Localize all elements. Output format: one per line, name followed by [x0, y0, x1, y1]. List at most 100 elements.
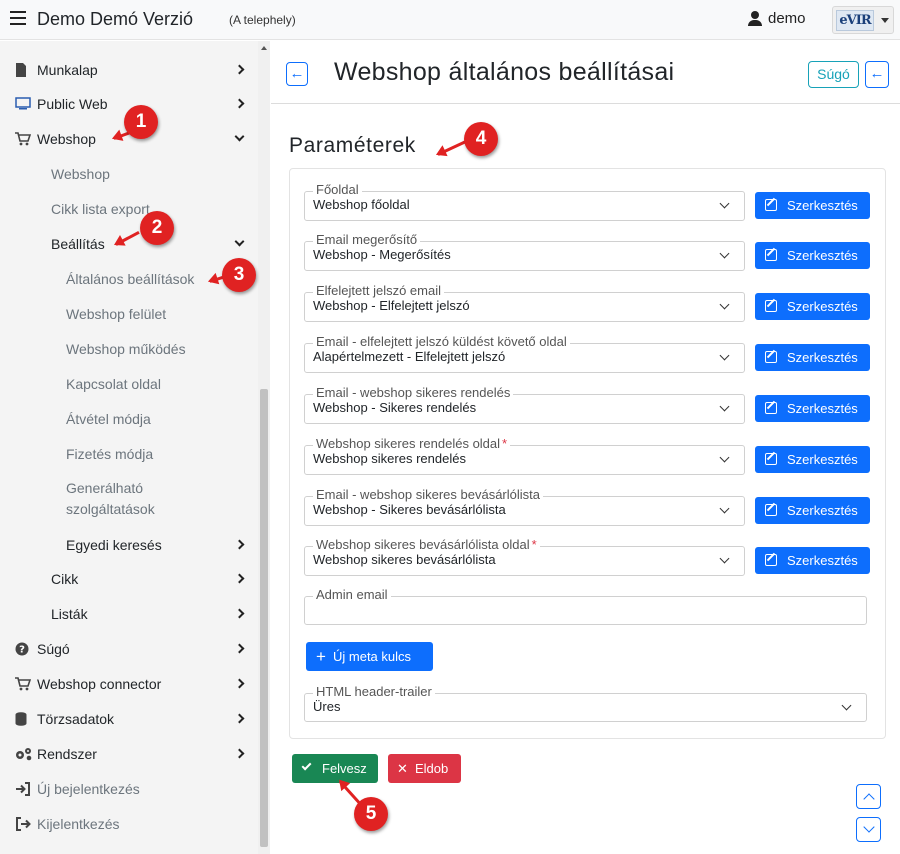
question-circle-icon: ?	[15, 642, 31, 656]
edit-button-sikeres-bevasarlolista-oldal[interactable]: Szerkesztés	[755, 547, 870, 574]
close-icon: ✕	[397, 761, 408, 776]
arrow-left-icon: ←	[289, 65, 305, 82]
elfelejtett-jelszo-email-select[interactable]: Elfelejtett jelszó email Webshop - Elfel…	[304, 283, 745, 322]
field-legend: Email megerősítő	[313, 232, 421, 248]
top-bar: Demo Demó Verzió (A telephely) demo eVIR	[0, 0, 900, 40]
field-legend: Elfelejtett jelszó email	[313, 283, 444, 299]
field-legend: Email - webshop sikeres rendelés	[313, 385, 514, 401]
field-legend: Főoldal	[313, 182, 362, 198]
chevron-up-icon	[863, 793, 875, 805]
chevron-right-icon	[234, 573, 245, 584]
chevron-down-icon	[719, 503, 730, 514]
sidebar-item-cikk-lista-export[interactable]: Cikk lista export	[0, 192, 258, 226]
user-menu[interactable]: demo	[748, 10, 806, 27]
save-button[interactable]: Felvesz	[292, 754, 378, 783]
svg-text:?: ?	[19, 645, 25, 656]
check-icon	[301, 760, 312, 771]
chevron-down-icon	[719, 401, 730, 412]
new-meta-key-button[interactable]: + Új meta kulcs	[306, 642, 433, 671]
sidebar-item-uj-bejelentkezes[interactable]: Új bejelentkezés	[0, 772, 258, 806]
chevron-down-icon	[719, 350, 730, 361]
chevron-down-icon	[719, 248, 730, 259]
edit-icon	[765, 249, 777, 261]
sidebar-item-munkalap[interactable]: Munkalap	[0, 53, 258, 87]
scroll-top-button[interactable]	[856, 784, 881, 809]
chevron-right-icon	[234, 678, 245, 689]
back-button-right[interactable]: ←	[865, 61, 889, 88]
plus-icon: +	[316, 647, 326, 666]
edit-button-sikeres-rendeles-oldal[interactable]: Szerkesztés	[755, 446, 870, 473]
edit-button-sikeres-rendeles-email[interactable]: Szerkesztés	[755, 395, 870, 422]
sikeres-rendeles-email-select[interactable]: Email - webshop sikeres rendelés Webshop…	[304, 385, 745, 424]
chevron-down-icon	[841, 700, 852, 711]
required-marker: *	[531, 537, 537, 552]
edit-icon	[765, 199, 777, 211]
app-switcher-button[interactable]: eVIR	[832, 6, 894, 34]
sidebar-item-generalhato-szolgaltatasok[interactable]: Generálható szolgáltatások	[0, 472, 258, 524]
back-button[interactable]: ←	[286, 62, 308, 86]
callout-5: 5	[354, 797, 388, 831]
site-label: (A telephely)	[229, 13, 296, 27]
field-legend: Webshop sikeres rendelés oldal *	[313, 436, 511, 452]
callout-1: 1	[124, 105, 158, 139]
evir-logo: eVIR	[836, 10, 874, 31]
sidebar-item-egyedi-kereses[interactable]: Egyedi keresés	[0, 528, 258, 562]
sidebar-item-webshop-sub[interactable]: Webshop	[0, 157, 258, 191]
admin-email-input[interactable]: Admin email	[304, 587, 867, 625]
arrow-left-icon: ←	[869, 65, 885, 82]
caret-down-icon	[881, 18, 889, 23]
sikeres-bevasarlolista-email-select[interactable]: Email - webshop sikeres bevásárlólista W…	[304, 487, 745, 526]
edit-button-elfelejtett-jelszo-oldal[interactable]: Szerkesztés	[755, 344, 870, 371]
field-legend: Email - webshop sikeres bevásárlólista	[313, 487, 543, 503]
scroll-bottom-button[interactable]	[856, 817, 881, 842]
hamburger-menu-icon[interactable]	[10, 11, 26, 25]
sidebar-item-rendszer[interactable]: Rendszer	[0, 737, 258, 771]
elfelejtett-jelszo-oldal-select[interactable]: Email - elfelejtett jelszó küldést követ…	[304, 334, 745, 373]
sidebar-item-kapcsolat-oldal[interactable]: Kapcsolat oldal	[0, 367, 258, 401]
scrollbar-thumb[interactable]	[260, 389, 268, 847]
app-title: Demo Demó Verzió	[37, 9, 194, 29]
chevron-down-icon	[719, 553, 730, 564]
chevron-right-icon	[234, 64, 245, 75]
sidebar-scrollbar[interactable]	[258, 41, 270, 854]
chevron-right-icon	[234, 713, 245, 724]
html-header-trailer-select[interactable]: HTML header-trailer Üres	[304, 684, 867, 722]
scroll-up-arrow-icon[interactable]	[261, 46, 267, 50]
sidebar-item-atvetel-modja[interactable]: Átvétel módja	[0, 402, 258, 436]
sidebar-item-beallitas[interactable]: Beállítás	[0, 227, 258, 261]
edit-button-elfelejtett-jelszo[interactable]: Szerkesztés	[755, 293, 870, 320]
chevron-right-icon	[234, 98, 245, 109]
callout-4: 4	[464, 122, 498, 156]
sidebar-item-cikk[interactable]: Cikk	[0, 562, 258, 596]
header-divider	[271, 103, 900, 104]
sidebar-item-webshop-felulet[interactable]: Webshop felület	[0, 297, 258, 331]
section-title: Paraméterek	[289, 134, 416, 157]
chevron-right-icon	[234, 608, 245, 619]
cart-icon	[15, 132, 32, 146]
file-icon	[15, 63, 31, 77]
help-button[interactable]: Súgó	[808, 61, 859, 88]
fooldal-select[interactable]: Főoldal Webshop főoldal	[304, 182, 745, 221]
chevron-down-icon	[719, 299, 730, 310]
chevron-right-icon	[234, 748, 245, 759]
sikeres-rendeles-oldal-select[interactable]: Webshop sikeres rendelés oldal * Webshop …	[304, 436, 745, 475]
sidebar-item-fizetes-modja[interactable]: Fizetés módja	[0, 437, 258, 471]
sidebar-item-kijelentkezes[interactable]: Kijelentkezés	[0, 807, 258, 841]
sidebar-item-sugo[interactable]: ? Súgó	[0, 632, 258, 666]
sidebar-item-torzsadatok[interactable]: Törzsadatok	[0, 702, 258, 736]
chevron-down-icon	[719, 198, 730, 209]
sidebar-item-listak[interactable]: Listák	[0, 597, 258, 631]
edit-icon	[765, 504, 777, 516]
discard-button[interactable]: ✕ Eldob	[388, 754, 461, 783]
email-megerosito-select[interactable]: Email megerősítő Webshop - Megerősítés	[304, 232, 745, 271]
chevron-down-icon	[863, 821, 875, 833]
edit-button-fooldal[interactable]: Szerkesztés	[755, 192, 870, 219]
monitor-icon	[15, 97, 31, 111]
sidebar-item-webshop-mukodes[interactable]: Webshop működés	[0, 332, 258, 366]
edit-button-sikeres-bevasarlolista-email[interactable]: Szerkesztés	[755, 497, 870, 524]
sidebar-item-webshop-connector[interactable]: Webshop connector	[0, 667, 258, 701]
sikeres-bevasarlolista-oldal-select[interactable]: Webshop sikeres bevásárlólista oldal * We…	[304, 537, 745, 576]
field-legend: HTML header-trailer	[313, 684, 435, 700]
callout-2: 2	[140, 211, 174, 245]
edit-button-email-megerosito[interactable]: Szerkesztés	[755, 242, 870, 269]
